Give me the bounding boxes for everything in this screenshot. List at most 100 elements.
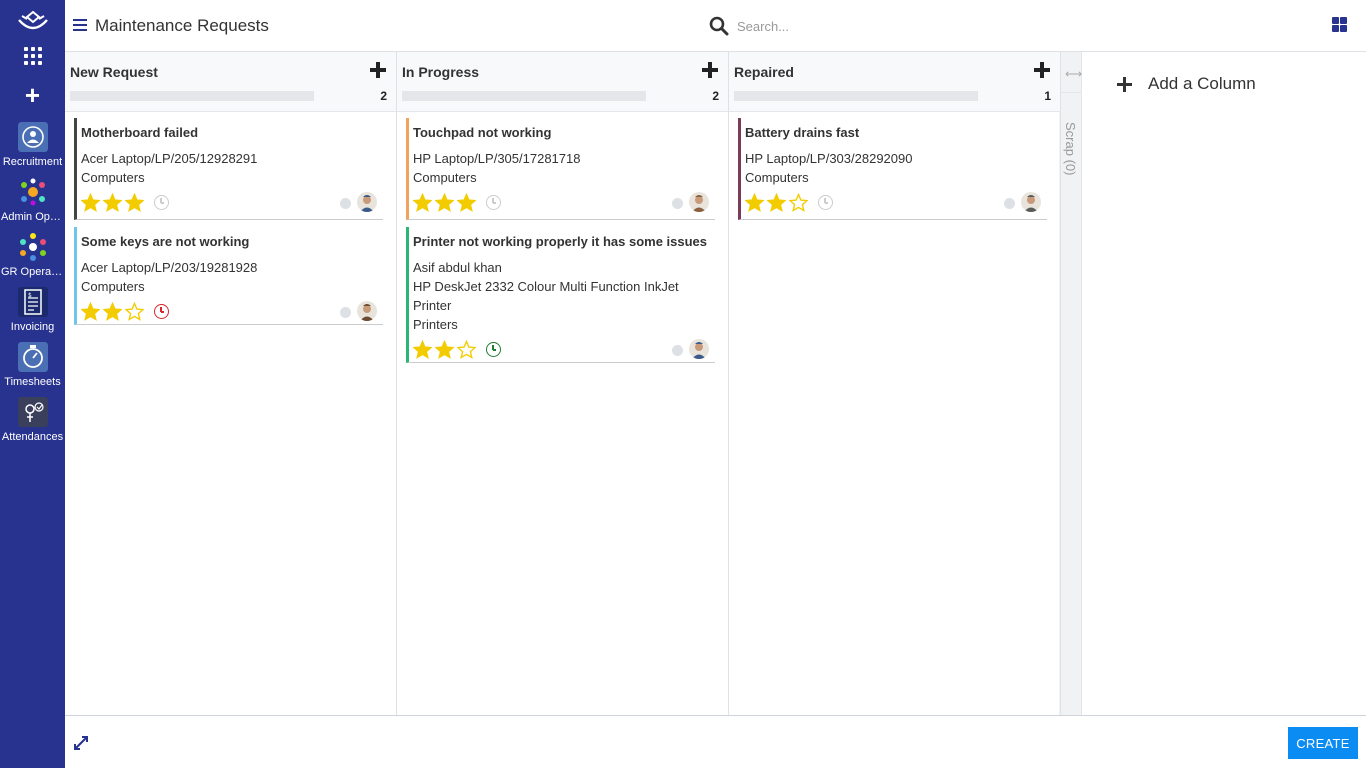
column-progress-bar[interactable] <box>402 91 646 101</box>
expand-icon[interactable] <box>73 735 89 751</box>
activity-clock-icon[interactable] <box>486 195 501 210</box>
kanban-column: Repaired 1 Battery drains fast HP Laptop/LP… <box>729 52 1061 716</box>
search-icon[interactable] <box>709 16 729 36</box>
kanban-view-icon[interactable] <box>1332 17 1347 32</box>
card-detail: Printer <box>413 298 452 313</box>
sidebar-item-attendances[interactable]: Attendances <box>0 397 65 443</box>
card-title: Some keys are not working <box>81 234 250 249</box>
timesheets-icon <box>17 342 48 372</box>
kanban-card[interactable]: Battery drains fast HP Laptop/LP/303/2829… <box>738 118 1047 220</box>
column-title[interactable]: In Progress <box>402 64 479 80</box>
folded-column-scrap[interactable]: ⟷ Scrap (0) <box>1059 52 1082 716</box>
priority-stars <box>745 193 808 212</box>
create-button[interactable]: CREATE <box>1288 727 1358 759</box>
kanban-board: ⟷ Scrap (0) Add a Column New Request 2 Mot… <box>65 52 1366 716</box>
card-title: Printer not working properly it has some… <box>413 234 708 249</box>
column-count: 2 <box>380 89 387 103</box>
card-detail: HP Laptop/LP/303/28292090 <box>745 151 913 166</box>
star-filled-icon[interactable] <box>103 302 122 321</box>
star-filled-icon[interactable] <box>81 193 100 212</box>
column-header: In Progress 2 <box>397 52 728 112</box>
activity-clock-icon[interactable] <box>154 195 169 210</box>
kanban-state-icon[interactable] <box>340 198 351 209</box>
kanban-state-icon[interactable] <box>340 307 351 318</box>
star-filled-icon[interactable] <box>125 193 144 212</box>
activity-clock-icon[interactable] <box>818 195 833 210</box>
kanban-state-icon[interactable] <box>1004 198 1015 209</box>
star-filled-icon[interactable] <box>457 193 476 212</box>
invoicing-icon: $ <box>17 287 48 317</box>
recruitment-icon <box>17 122 48 152</box>
column-header: Repaired 1 <box>729 52 1060 112</box>
column-title[interactable]: New Request <box>70 64 158 80</box>
card-detail: HP Laptop/LP/305/17281718 <box>413 151 581 166</box>
column-count: 2 <box>712 89 719 103</box>
card-detail: Computers <box>413 170 477 185</box>
sidebar-item-label: Admin Oper... <box>1 211 65 223</box>
kanban-card[interactable]: Motherboard failed Acer Laptop/LP/205/129… <box>74 118 383 220</box>
company-logo-icon[interactable] <box>16 10 50 34</box>
card-title: Motherboard failed <box>81 125 199 140</box>
card-detail: Computers <box>81 279 145 294</box>
bottom-bar: CREATE <box>65 715 1366 768</box>
column-header: New Request 2 <box>65 52 396 112</box>
sidebar-item-timesheets[interactable]: Timesheets <box>0 342 65 388</box>
card-footer <box>413 189 715 217</box>
admin-operations-icon <box>20 178 45 206</box>
activity-clock-icon[interactable] <box>154 304 169 319</box>
sidebar-item-label: Invoicing <box>10 321 55 333</box>
star-empty-icon[interactable] <box>457 340 476 359</box>
avatar <box>357 192 377 212</box>
avatar <box>689 192 709 212</box>
star-filled-icon[interactable] <box>745 193 764 212</box>
star-filled-icon[interactable] <box>413 193 432 212</box>
star-empty-icon[interactable] <box>125 302 144 321</box>
sidebar-item-gr-operations[interactable]: GR Operatio... <box>0 232 65 278</box>
kanban-state-icon[interactable] <box>672 345 683 356</box>
column-title[interactable]: Repaired <box>734 64 794 80</box>
star-empty-icon[interactable] <box>789 193 808 212</box>
kanban-state-icon[interactable] <box>672 198 683 209</box>
priority-stars <box>81 302 144 321</box>
add-column-label: Add a Column <box>1148 74 1256 93</box>
card-detail: Computers <box>745 170 809 185</box>
app-sidebar: + Recruitment Admin Oper... GR Operatio.… <box>0 0 65 768</box>
avatar <box>1021 192 1041 212</box>
card-detail: Acer Laptop/LP/203/19281928 <box>81 260 258 275</box>
star-filled-icon[interactable] <box>435 340 454 359</box>
avatar <box>357 301 377 321</box>
quick-add-icon[interactable]: + <box>0 80 65 110</box>
card-detail: HP DeskJet 2332 Colour Multi Function In… <box>413 279 679 294</box>
column-count: 1 <box>1044 89 1051 103</box>
quick-create-icon[interactable] <box>702 62 718 78</box>
attendances-icon <box>17 397 48 427</box>
sidebar-item-label: Recruitment <box>2 156 63 168</box>
star-filled-icon[interactable] <box>103 193 122 212</box>
quick-create-icon[interactable] <box>1034 62 1050 78</box>
page-title: Maintenance Requests <box>95 16 269 35</box>
kanban-card[interactable]: Some keys are not working Acer Laptop/LP/… <box>74 227 383 325</box>
unfold-arrow-icon[interactable]: ⟷ <box>1065 67 1082 81</box>
star-filled-icon[interactable] <box>413 340 432 359</box>
star-filled-icon[interactable] <box>767 193 786 212</box>
sidebar-item-label: GR Operatio... <box>1 266 65 278</box>
app-menu-icon[interactable] <box>24 47 42 65</box>
star-filled-icon[interactable] <box>81 302 100 321</box>
sidebar-item-recruitment[interactable]: Recruitment <box>0 122 65 168</box>
search-input[interactable] <box>737 15 1237 37</box>
star-filled-icon[interactable] <box>435 193 454 212</box>
priority-stars <box>81 193 144 212</box>
sidebar-item-admin-operations[interactable]: Admin Oper... <box>0 177 65 223</box>
card-title: Battery drains fast <box>745 125 860 140</box>
column-progress-bar[interactable] <box>734 91 978 101</box>
priority-stars <box>413 340 476 359</box>
sidebar-item-invoicing[interactable]: $ Invoicing <box>0 287 65 333</box>
add-column-button[interactable]: Add a Column <box>1117 74 1256 94</box>
column-progress-bar[interactable] <box>70 91 314 101</box>
card-detail: Asif abdul khan <box>413 260 502 275</box>
quick-create-icon[interactable] <box>370 62 386 78</box>
kanban-card[interactable]: Printer not working properly it has some… <box>406 227 715 363</box>
kanban-card[interactable]: Touchpad not working HP Laptop/LP/305/172… <box>406 118 715 220</box>
activity-clock-icon[interactable] <box>486 342 501 357</box>
hamburger-menu-icon[interactable] <box>73 19 87 32</box>
